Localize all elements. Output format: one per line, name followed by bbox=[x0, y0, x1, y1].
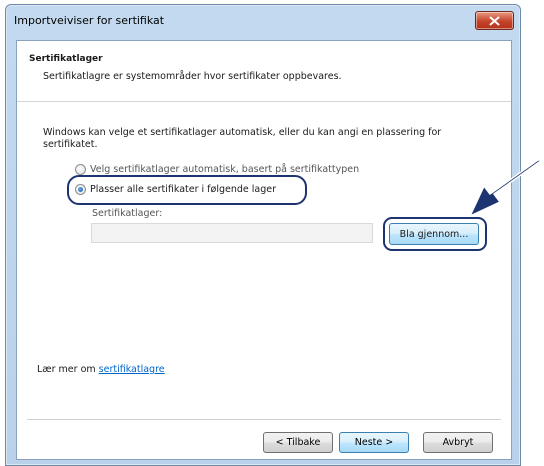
page-description: Sertifikatlagre er systemområder hvor se… bbox=[43, 71, 342, 82]
radio-automatic-label: Velg sertifikatlager automatisk, basert … bbox=[90, 164, 360, 175]
page-title: Sertifikatlager bbox=[29, 54, 103, 64]
close-icon bbox=[489, 16, 500, 25]
certificate-stores-link[interactable]: sertifikatlagre bbox=[99, 364, 165, 375]
wizard-client-area: Sertifikatlager Sertifikatlagre er syste… bbox=[16, 40, 512, 460]
title-bar: Importveiviser for sertifikat bbox=[6, 5, 520, 35]
radio-button-unchecked[interactable] bbox=[75, 164, 86, 175]
close-button[interactable] bbox=[475, 11, 514, 30]
learn-more-text: Lær mer om sertifikatlagre bbox=[37, 364, 165, 375]
radio-manual-store[interactable]: Plasser alle sertifikater i følgende lag… bbox=[75, 184, 276, 195]
radio-automatic-store[interactable]: Velg sertifikatlager automatisk, basert … bbox=[75, 164, 359, 175]
back-button[interactable]: < Tilbake bbox=[263, 432, 333, 453]
store-selection-description: Windows kan velge et sertifikatlager aut… bbox=[43, 127, 442, 150]
wizard-header: Sertifikatlager Sertifikatlagre er syste… bbox=[17, 41, 511, 102]
learn-more-prefix: Lær mer om bbox=[37, 364, 99, 375]
annotation-arrow-icon bbox=[469, 159, 543, 217]
certificate-store-label: Sertifikatlager: bbox=[92, 208, 163, 219]
radio-manual-label: Plasser alle sertifikater i følgende lag… bbox=[90, 184, 277, 195]
next-button[interactable]: Neste > bbox=[339, 432, 409, 453]
certificate-store-field[interactable] bbox=[91, 223, 373, 243]
footer-divider bbox=[27, 419, 501, 420]
browse-button[interactable]: Bla gjennom... bbox=[389, 223, 479, 245]
window-title: Importveiviser for sertifikat bbox=[14, 14, 165, 27]
cancel-button[interactable]: Avbryt bbox=[423, 432, 493, 453]
radio-button-checked[interactable] bbox=[75, 184, 86, 195]
wizard-window: Importveiviser for sertifikat Sertifikat… bbox=[5, 4, 521, 466]
